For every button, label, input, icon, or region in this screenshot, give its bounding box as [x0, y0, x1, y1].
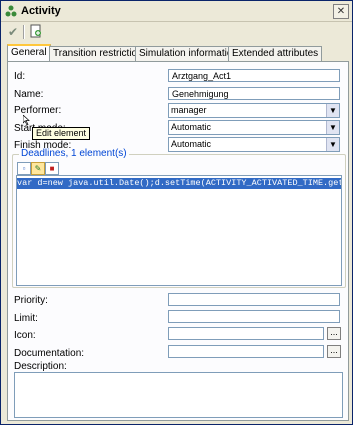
tab-transition-restriction[interactable]: Transition restriction: [49, 46, 147, 61]
chevron-down-icon: ▼: [326, 121, 339, 134]
chevron-down-icon: ▼: [326, 104, 339, 117]
finish-mode-value: Automatic: [171, 139, 212, 149]
limit-label: Limit:: [14, 313, 38, 324]
documentation-field[interactable]: [168, 345, 324, 358]
documentation-browse-button[interactable]: ...: [327, 345, 341, 358]
toolbar-separator: [23, 25, 25, 39]
documentation-label: Documentation:: [14, 348, 85, 359]
toolbar: ✔: [1, 22, 352, 42]
window-title: Activity: [21, 5, 61, 17]
performer-label: Performer:: [14, 105, 62, 116]
close-button[interactable]: ✕: [333, 4, 349, 19]
chevron-down-icon: ▼: [326, 138, 339, 151]
icon-field[interactable]: [168, 327, 324, 340]
new-element-icon: ▫: [22, 164, 26, 173]
general-panel: Id: Arztgang_Act1 Name: Genehmigung Perf…: [7, 61, 349, 421]
deadlines-title: Deadlines, 1 element(s): [19, 148, 129, 159]
name-label: Name:: [14, 89, 44, 100]
new-button[interactable]: [28, 24, 44, 40]
delete-icon: ■: [49, 164, 55, 173]
close-icon: ✕: [336, 6, 346, 17]
edit-element-tooltip: Edit element: [32, 127, 91, 140]
description-field[interactable]: [14, 372, 343, 418]
edit-icon: ✎: [34, 164, 42, 173]
check-icon: ✔: [7, 25, 19, 39]
delete-deadline-button[interactable]: ■: [45, 162, 59, 175]
edit-deadline-button[interactable]: ✎: [31, 162, 45, 175]
name-field[interactable]: Genehmigung: [168, 87, 340, 100]
id-field[interactable]: Arztgang_Act1: [168, 69, 340, 82]
start-mode-select[interactable]: Automatic ▼: [168, 120, 340, 135]
deadlines-group: Deadlines, 1 element(s) ▫ ✎ ■ var d=new …: [12, 148, 346, 288]
list-item[interactable]: var d=new java.util.Date();d.setTime(ACT…: [17, 178, 341, 189]
description-label: Description:: [14, 361, 67, 372]
priority-field[interactable]: [168, 293, 340, 306]
performer-select[interactable]: manager ▼: [168, 103, 340, 118]
id-label: Id:: [14, 71, 26, 82]
limit-field[interactable]: [168, 310, 340, 323]
finish-mode-select[interactable]: Automatic ▼: [168, 137, 340, 152]
deadlines-list: var d=new java.util.Date();d.setTime(ACT…: [16, 175, 342, 286]
icon-browse-button[interactable]: ...: [327, 327, 341, 340]
tab-extended-attributes[interactable]: Extended attributes: [228, 46, 323, 61]
add-deadline-button[interactable]: ▫: [17, 162, 31, 175]
mouse-pointer-icon: [23, 115, 30, 125]
apply-button[interactable]: ✔: [5, 24, 21, 40]
new-document-icon: [30, 24, 41, 38]
start-mode-value: Automatic: [171, 122, 212, 132]
activity-window: Activity ✕ ✔ General Transition restrict…: [0, 0, 353, 425]
icon-label: Icon:: [14, 330, 36, 341]
title-bar: Activity ✕: [1, 1, 352, 22]
priority-label: Priority:: [14, 295, 48, 306]
tab-simulation-information[interactable]: Simulation information: [135, 46, 242, 61]
activity-icon: [5, 5, 17, 17]
performer-value: manager: [171, 105, 207, 115]
